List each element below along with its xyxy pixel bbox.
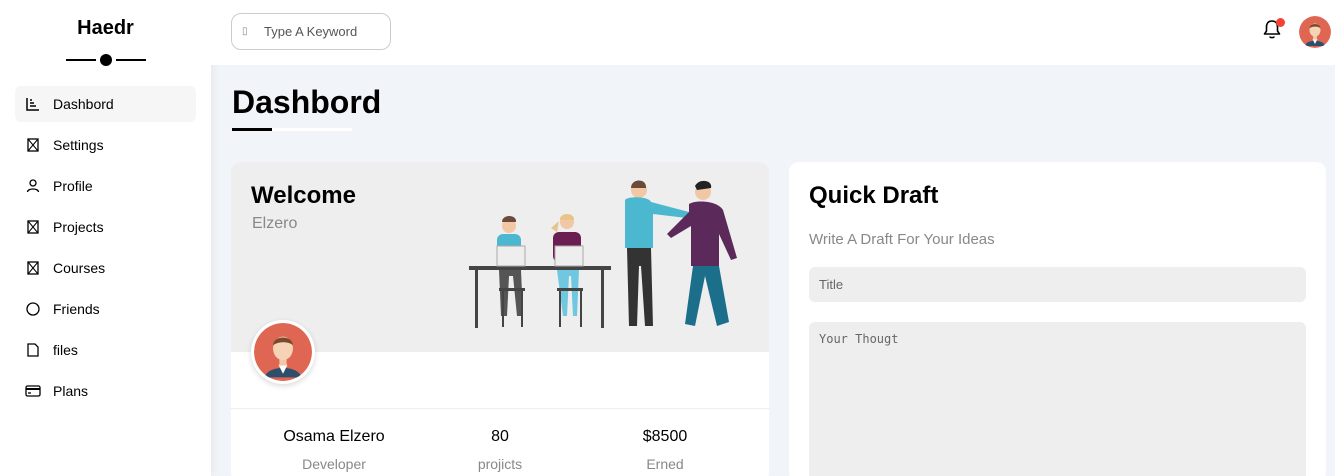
quick-draft-card: Quick Draft Write A Draft For Your Ideas xyxy=(789,162,1326,476)
draft-subheading: Write A Draft For Your Ideas xyxy=(809,231,995,248)
top-header: ▯ xyxy=(211,0,1335,65)
brand-decoration xyxy=(65,54,146,66)
sidebar-item-projects[interactable]: Projects xyxy=(15,209,196,245)
sidebar-item-label: Settings xyxy=(53,137,104,153)
sidebar-item-label: Dashbord xyxy=(53,96,114,112)
stat-value: $8500 xyxy=(642,428,688,445)
avatar[interactable] xyxy=(1299,16,1331,48)
sidebar-item-courses[interactable]: Courses xyxy=(15,250,196,286)
welcome-heading: Welcome xyxy=(251,182,356,209)
stat-earned: $8500 Erned xyxy=(585,428,745,472)
welcome-subheading: Elzero xyxy=(252,215,298,232)
sidebar: Haedr Dashbord Settings Profile Projects… xyxy=(0,0,211,476)
sidebar-item-label: Courses xyxy=(53,260,106,276)
sidebar-item-label: Friends xyxy=(53,301,100,317)
stat-label: Erned xyxy=(646,456,684,472)
draft-thought-textarea[interactable] xyxy=(809,322,1306,476)
draft-heading: Quick Draft xyxy=(809,182,939,209)
stat-projects: 80 projicts xyxy=(420,428,580,472)
stat-value: 80 xyxy=(491,428,509,445)
sidebar-item-settings[interactable]: Settings xyxy=(15,127,196,163)
draft-title-input[interactable] xyxy=(809,267,1306,302)
missing-glyph-icon xyxy=(25,137,41,153)
stat-label: Developer xyxy=(302,456,366,472)
chart-icon xyxy=(25,96,41,112)
sidebar-item-profile[interactable]: Profile xyxy=(15,168,196,204)
welcome-banner: Welcome Elzero xyxy=(231,162,769,384)
notification-badge xyxy=(1276,18,1285,27)
circle-icon xyxy=(25,301,41,317)
sidebar-item-label: Plans xyxy=(53,383,89,399)
sidebar-item-label: Projects xyxy=(53,219,104,235)
sidebar-nav: Dashbord Settings Profile Projects Cours… xyxy=(0,86,211,409)
search-icon: ▯ xyxy=(242,25,248,37)
user-icon xyxy=(25,178,41,194)
page-title: Dashbord xyxy=(232,84,382,120)
sidebar-item-plans[interactable]: Plans xyxy=(15,373,196,409)
missing-glyph-icon xyxy=(25,219,41,235)
brand-name: Haedr xyxy=(77,17,134,39)
file-icon xyxy=(25,342,41,358)
team-illustration xyxy=(469,180,737,328)
search-box[interactable]: ▯ xyxy=(231,13,391,50)
sidebar-item-label: files xyxy=(53,342,78,358)
stat-name: Osama Elzero Developer xyxy=(254,428,414,472)
sidebar-item-label: Profile xyxy=(53,178,93,194)
credit-card-icon xyxy=(25,383,41,399)
sidebar-item-friends[interactable]: Friends xyxy=(15,291,196,327)
welcome-card: Welcome Elzero Osama Elzero Developer 80… xyxy=(231,162,769,476)
sidebar-item-dashboard[interactable]: Dashbord xyxy=(15,86,196,122)
stat-value: Osama Elzero xyxy=(283,428,385,445)
stat-label: projicts xyxy=(477,456,523,472)
divider xyxy=(231,408,769,409)
sidebar-item-files[interactable]: files xyxy=(15,332,196,368)
notification-button[interactable] xyxy=(1261,18,1285,42)
search-input[interactable] xyxy=(264,24,384,39)
missing-glyph-icon xyxy=(25,260,41,276)
avatar xyxy=(251,320,315,384)
title-underline xyxy=(232,128,352,131)
